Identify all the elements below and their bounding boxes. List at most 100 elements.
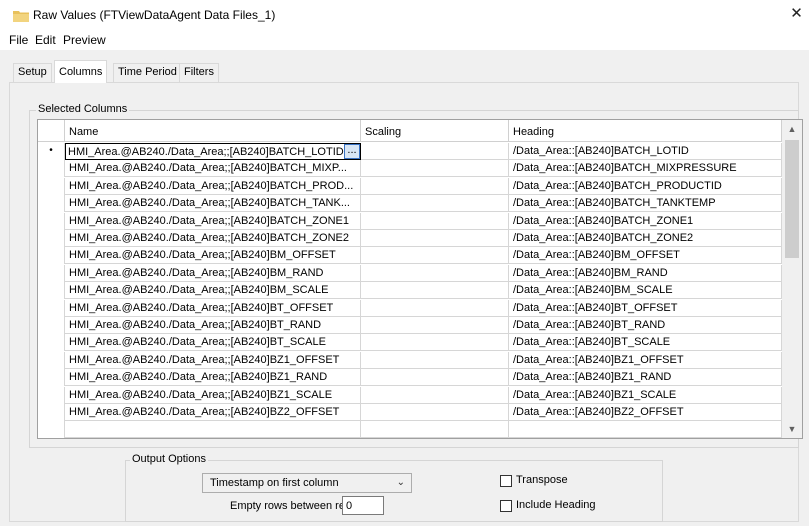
empty-cell[interactable] — [509, 421, 782, 438]
scaling-cell[interactable] — [361, 247, 509, 265]
include-heading-checkbox[interactable] — [500, 500, 512, 512]
scaling-cell[interactable] — [361, 177, 509, 195]
row-header[interactable] — [38, 299, 65, 317]
table-row[interactable]: HMI_Area.@AB240./Data_Area;;[AB240]BM_OF… — [38, 247, 782, 265]
table-row[interactable]: HMI_Area.@AB240./Data_Area;;[AB240]BT_SC… — [38, 334, 782, 352]
empty-cell[interactable] — [361, 421, 509, 438]
name-cell-editor[interactable]: HMI_Area.@AB240./Data_Area;;[AB240]BATCH… — [65, 143, 361, 160]
table-row[interactable]: HMI_Area.@AB240./Data_Area;;[AB240]BM_RA… — [38, 264, 782, 282]
vertical-scrollbar[interactable]: ▲ ▼ — [782, 120, 802, 438]
scaling-cell[interactable] — [361, 404, 509, 421]
heading-cell[interactable]: /Data_Area::[AB240]BATCH_MIXPRESSURE — [509, 160, 782, 178]
name-cell[interactable]: HMI_Area.@AB240./Data_Area;;[AB240]BATCH… — [65, 177, 361, 195]
column-header-scaling[interactable]: Scaling — [361, 120, 509, 142]
row-header[interactable] — [38, 195, 65, 213]
new-row[interactable] — [38, 421, 782, 438]
menu-preview[interactable]: Preview — [63, 33, 106, 47]
row-header[interactable] — [38, 421, 65, 438]
name-cell[interactable]: HMI_Area.@AB240./Data_Area;;[AB240]BATCH… — [65, 230, 361, 247]
table-row[interactable]: HMI_Area.@AB240./Data_Area;;[AB240]BZ2_O… — [38, 404, 782, 421]
scaling-cell[interactable] — [361, 386, 509, 404]
scaling-cell[interactable] — [361, 212, 509, 230]
row-header[interactable] — [38, 230, 65, 247]
heading-cell[interactable]: /Data_Area::[AB240]BZ1_SCALE — [509, 386, 782, 404]
heading-cell[interactable]: /Data_Area::[AB240]BZ1_RAND — [509, 369, 782, 387]
empty-rows-input[interactable] — [342, 496, 384, 515]
tab-setup[interactable]: Setup — [13, 63, 52, 82]
table-row[interactable]: HMI_Area.@AB240./Data_Area;;[AB240]BATCH… — [38, 177, 782, 195]
row-header[interactable] — [38, 334, 65, 352]
row-header[interactable] — [38, 282, 65, 300]
scaling-cell[interactable] — [361, 160, 509, 178]
table-row[interactable]: HMI_Area.@AB240./Data_Area;;[AB240]BATCH… — [38, 195, 782, 213]
table-row[interactable]: HMI_Area.@AB240./Data_Area;;[AB240]BT_OF… — [38, 299, 782, 317]
table-row[interactable]: HMI_Area.@AB240./Data_Area;;[AB240]BZ1_R… — [38, 369, 782, 387]
scaling-cell[interactable] — [361, 317, 509, 334]
name-cell[interactable]: HMI_Area.@AB240./Data_Area;;[AB240]BM_OF… — [65, 247, 361, 265]
row-header[interactable] — [38, 351, 65, 369]
heading-cell[interactable]: /Data_Area::[AB240]BZ1_OFFSET — [509, 351, 782, 369]
scaling-cell[interactable] — [361, 299, 509, 317]
heading-cell[interactable]: /Data_Area::[AB240]BATCH_LOTID — [509, 143, 782, 160]
row-header[interactable] — [38, 404, 65, 421]
heading-cell[interactable]: /Data_Area::[AB240]BM_RAND — [509, 264, 782, 282]
table-row[interactable]: HMI_Area.@AB240./Data_Area;;[AB240]BZ1_S… — [38, 386, 782, 404]
scaling-cell[interactable] — [361, 230, 509, 247]
tab-time-period[interactable]: Time Period — [113, 63, 182, 82]
scaling-cell[interactable] — [361, 369, 509, 387]
heading-cell[interactable]: /Data_Area::[AB240]BZ2_OFFSET — [509, 404, 782, 421]
table-row[interactable]: HMI_Area.@AB240./Data_Area;;[AB240]BT_RA… — [38, 317, 782, 334]
name-cell[interactable]: HMI_Area.@AB240./Data_Area;;[AB240]BZ2_O… — [65, 404, 361, 421]
menu-edit[interactable]: Edit — [35, 33, 56, 47]
row-header[interactable] — [38, 317, 65, 334]
scaling-cell[interactable] — [361, 334, 509, 352]
selected-columns-grid[interactable]: Name Scaling Heading • HMI_Area.@AB240./D… — [37, 119, 803, 439]
table-row[interactable]: HMI_Area.@AB240./Data_Area;;[AB240]BATCH… — [38, 230, 782, 247]
name-cell[interactable]: HMI_Area.@AB240./Data_Area;;[AB240]BZ1_S… — [65, 386, 361, 404]
row-header[interactable] — [38, 264, 65, 282]
table-row[interactable]: HMI_Area.@AB240./Data_Area;;[AB240]BZ1_O… — [38, 351, 782, 369]
transpose-checkbox[interactable] — [500, 475, 512, 487]
name-cell[interactable]: HMI_Area.@AB240./Data_Area;;[AB240]BT_RA… — [65, 317, 361, 334]
heading-cell[interactable]: /Data_Area::[AB240]BT_RAND — [509, 317, 782, 334]
close-button[interactable]: ✕ — [784, 0, 809, 30]
browse-tag-button[interactable]: ... — [344, 144, 360, 159]
scaling-cell[interactable] — [361, 143, 509, 160]
row-header[interactable] — [38, 369, 65, 387]
scroll-up-arrow-icon[interactable]: ▲ — [782, 120, 802, 138]
name-cell[interactable]: HMI_Area.@AB240./Data_Area;;[AB240]BZ1_R… — [65, 369, 361, 387]
row-header[interactable] — [38, 160, 65, 178]
name-cell[interactable]: HMI_Area.@AB240./Data_Area;;[AB240]BZ1_O… — [65, 351, 361, 369]
heading-cell[interactable]: /Data_Area::[AB240]BM_OFFSET — [509, 247, 782, 265]
row-header[interactable] — [38, 177, 65, 195]
tab-columns[interactable]: Columns — [54, 60, 108, 83]
row-header[interactable] — [38, 247, 65, 265]
table-row[interactable]: HMI_Area.@AB240./Data_Area;;[AB240]BATCH… — [38, 160, 782, 178]
heading-cell[interactable]: /Data_Area::[AB240]BM_SCALE — [509, 282, 782, 300]
name-cell[interactable]: HMI_Area.@AB240./Data_Area;;[AB240]BT_OF… — [65, 299, 361, 317]
row-header[interactable] — [38, 212, 65, 230]
scaling-cell[interactable] — [361, 195, 509, 213]
name-cell[interactable]: HMI_Area.@AB240./Data_Area;;[AB240]BATCH… — [65, 212, 361, 230]
table-row[interactable]: HMI_Area.@AB240./Data_Area;;[AB240]BATCH… — [38, 212, 782, 230]
heading-cell[interactable]: /Data_Area::[AB240]BATCH_ZONE2 — [509, 230, 782, 247]
heading-cell[interactable]: /Data_Area::[AB240]BT_OFFSET — [509, 299, 782, 317]
name-cell[interactable]: HMI_Area.@AB240./Data_Area;;[AB240]BT_SC… — [65, 334, 361, 352]
row-header[interactable] — [38, 386, 65, 404]
heading-cell[interactable]: /Data_Area::[AB240]BATCH_TANKTEMP — [509, 195, 782, 213]
scaling-cell[interactable] — [361, 351, 509, 369]
heading-cell[interactable]: /Data_Area::[AB240]BT_SCALE — [509, 334, 782, 352]
menu-file[interactable]: File — [9, 33, 28, 47]
timestamp-dropdown[interactable]: Timestamp on first column ⌄ — [202, 473, 412, 493]
scaling-cell[interactable] — [361, 264, 509, 282]
table-row[interactable]: • HMI_Area.@AB240./Data_Area;;[AB240]BATC… — [38, 143, 782, 160]
empty-cell[interactable] — [65, 421, 361, 438]
name-cell[interactable]: HMI_Area.@AB240./Data_Area;;[AB240]BATCH… — [65, 195, 361, 213]
table-row[interactable]: HMI_Area.@AB240./Data_Area;;[AB240]BM_SC… — [38, 282, 782, 300]
name-cell[interactable]: HMI_Area.@AB240./Data_Area;;[AB240]BM_SC… — [65, 282, 361, 300]
heading-cell[interactable]: /Data_Area::[AB240]BATCH_ZONE1 — [509, 212, 782, 230]
scroll-down-arrow-icon[interactable]: ▼ — [782, 420, 802, 438]
current-row-marker[interactable]: • — [38, 143, 65, 160]
heading-cell[interactable]: /Data_Area::[AB240]BATCH_PRODUCTID — [509, 177, 782, 195]
scroll-thumb[interactable] — [785, 140, 799, 258]
